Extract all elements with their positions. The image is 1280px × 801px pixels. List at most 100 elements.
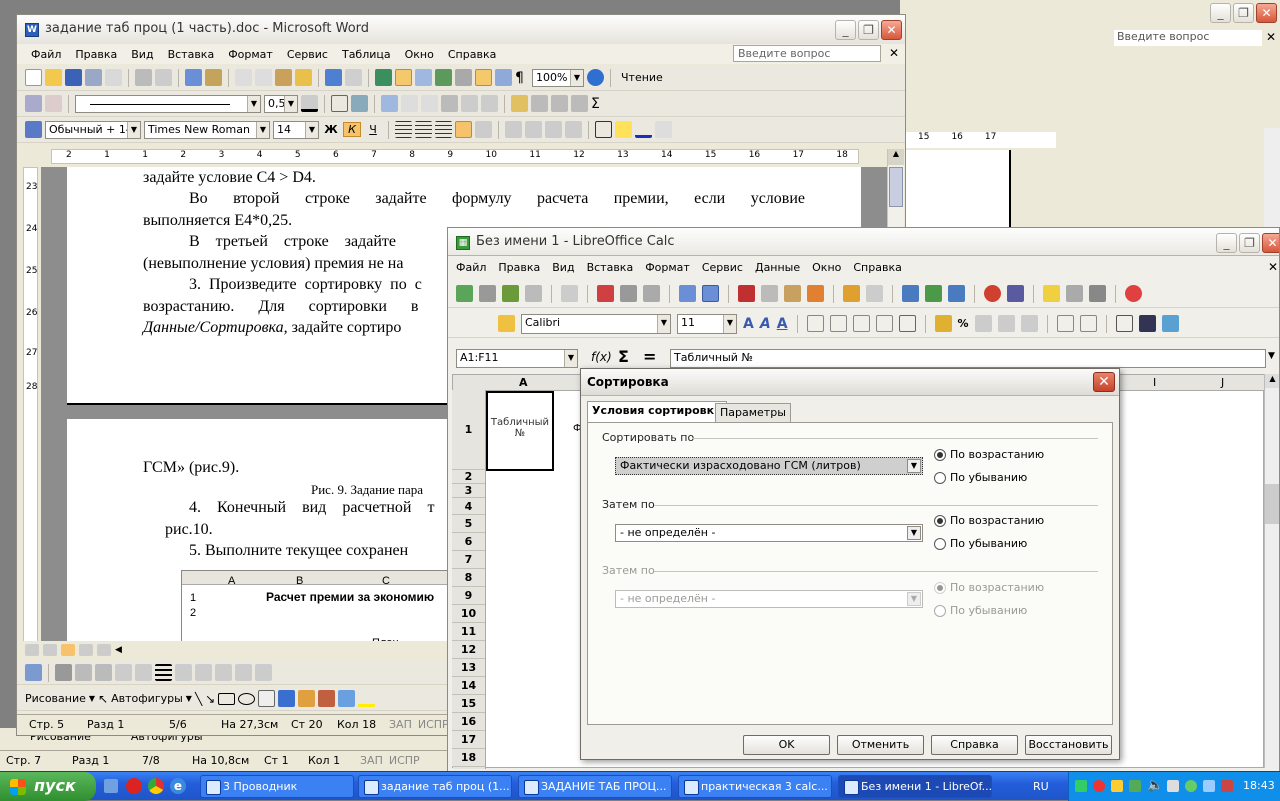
doc-map-icon[interactable] — [495, 69, 512, 86]
new-doc-icon[interactable] — [25, 69, 42, 86]
quicklaunch-opera-icon[interactable] — [126, 778, 142, 794]
task-word-2[interactable]: ЗАДАНИЕ ТАБ ПРОЦ... — [518, 775, 672, 798]
calc-menu-format[interactable]: Формат — [645, 261, 690, 274]
reset-button[interactable]: Восстановить — [1025, 735, 1112, 755]
tab-options[interactable]: Параметры — [715, 403, 791, 423]
tray-shield-icon[interactable] — [1221, 780, 1233, 792]
calc-bold-icon[interactable]: A — [743, 316, 754, 332]
arrow-icon[interactable]: ↘ — [205, 692, 215, 706]
calc-merge-icon[interactable] — [898, 315, 916, 332]
tray-update-icon[interactable] — [1111, 780, 1123, 792]
outline-view-icon[interactable] — [79, 644, 93, 656]
align-cell-icon[interactable] — [441, 95, 458, 112]
row-header[interactable]: 2 — [452, 470, 485, 484]
picture-icon[interactable] — [338, 690, 356, 707]
numbering-icon[interactable] — [505, 121, 522, 138]
bg-close-button[interactable]: ✕ — [1256, 3, 1277, 23]
insert-table-icon[interactable] — [415, 69, 432, 86]
sort-descending-icon[interactable] — [571, 95, 588, 112]
tab-sort-criteria[interactable]: Условия сортировки — [587, 401, 727, 423]
calc-italic-icon[interactable]: A — [760, 316, 771, 332]
contrast-icon[interactable] — [75, 664, 92, 681]
row-header[interactable]: 13 — [452, 659, 485, 677]
bg-scrollbar[interactable] — [1264, 128, 1280, 232]
split-cells-icon[interactable] — [421, 95, 438, 112]
word-menu-edit[interactable]: Правка — [75, 48, 117, 61]
calc-doc-close-icon[interactable]: ✕ — [1268, 260, 1278, 274]
row-header[interactable]: 11 — [452, 623, 485, 641]
reading-view-icon[interactable] — [97, 644, 111, 656]
word-menu-format[interactable]: Формат — [228, 48, 273, 61]
calc-font-select[interactable]: Calibri ▼ — [521, 313, 671, 334]
calc-menu-file[interactable]: Файл — [456, 261, 486, 274]
calc-border-style-icon[interactable] — [1138, 315, 1156, 332]
calc-align-left-icon[interactable] — [806, 315, 824, 332]
line-style-icon[interactable] — [155, 664, 172, 681]
copy-icon[interactable] — [255, 69, 272, 86]
ok-button[interactable]: OK — [743, 735, 830, 755]
bg-help-search[interactable]: Введите вопрос — [1114, 30, 1262, 46]
styles-pane-icon[interactable] — [25, 121, 42, 138]
sort-key1-descending-radio[interactable]: По убыванию — [934, 471, 1027, 484]
quicklaunch-ie-icon[interactable]: e — [170, 778, 186, 794]
show-formatting-icon[interactable]: ¶ — [515, 70, 529, 86]
underline-button[interactable]: Ч — [364, 123, 382, 136]
calc-navigator-icon[interactable] — [1066, 285, 1083, 302]
insert-excel-icon[interactable] — [435, 69, 452, 86]
calc-borders-icon[interactable] — [1115, 315, 1133, 332]
calc-pdf-icon[interactable] — [597, 285, 614, 302]
row-header[interactable]: 7 — [452, 551, 485, 569]
format-picture-icon[interactable] — [215, 664, 232, 681]
text-wrap-icon[interactable] — [195, 664, 212, 681]
merge-cells-icon[interactable] — [401, 95, 418, 112]
calc-new-icon[interactable] — [456, 285, 473, 302]
italic-button[interactable]: К — [343, 122, 361, 137]
word-minimize-button[interactable]: _ — [835, 20, 856, 40]
transparent-color-icon[interactable] — [235, 664, 252, 681]
word-menu-insert[interactable]: Вставка — [168, 48, 215, 61]
calc-align-center-icon[interactable] — [829, 315, 847, 332]
row-header[interactable]: 17 — [452, 731, 485, 749]
autoformat-icon[interactable] — [511, 95, 528, 112]
calc-styles-icon[interactable] — [498, 315, 515, 332]
tray-safely-remove-icon[interactable] — [1185, 780, 1197, 792]
sort-key2-descending-radio[interactable]: По убыванию — [934, 537, 1027, 550]
shading-icon[interactable] — [351, 95, 368, 112]
print-icon[interactable] — [135, 69, 152, 86]
calc-number-icon[interactable] — [974, 315, 992, 332]
insert-table-icon-2[interactable] — [381, 95, 398, 112]
calc-menu-data[interactable]: Данные — [755, 261, 800, 274]
col-header[interactable]: I — [1153, 376, 1156, 389]
row-header[interactable]: 4 — [452, 498, 485, 515]
reset-picture-icon[interactable] — [255, 664, 272, 681]
function-icon[interactable]: = — [643, 347, 656, 366]
font-select[interactable]: Times New Roman ▼ — [144, 120, 270, 139]
diagram-icon[interactable] — [298, 690, 316, 707]
distribute-rows-icon[interactable] — [461, 95, 478, 112]
color-icon[interactable] — [55, 664, 72, 681]
open-icon[interactable] — [45, 69, 62, 86]
task-word-3[interactable]: практическая 3 calc... — [678, 775, 832, 798]
word-menu-file[interactable]: Файл — [31, 48, 61, 61]
drawing-icon[interactable] — [475, 69, 492, 86]
row-header[interactable]: 10 — [452, 605, 485, 623]
word-menu-help[interactable]: Справка — [448, 48, 496, 61]
word-menu-view[interactable]: Вид — [131, 48, 153, 61]
row-header[interactable]: 16 — [452, 713, 485, 731]
row-header[interactable]: 1 — [452, 390, 485, 470]
line-spacing-icon[interactable] — [475, 121, 492, 138]
calc-maximize-button[interactable]: ❐ — [1239, 233, 1260, 253]
task-calc[interactable]: Без имени 1 - LibreOf... — [838, 775, 992, 798]
calc-underline-icon[interactable]: A — [777, 316, 788, 332]
permission-icon[interactable] — [85, 69, 102, 86]
word-help-search[interactable]: Введите вопрос — [733, 45, 881, 62]
fill-color-icon[interactable] — [358, 690, 376, 707]
tables-borders-icon[interactable] — [395, 69, 412, 86]
columns-icon[interactable] — [455, 69, 472, 86]
word-close-button[interactable]: ✕ — [881, 20, 902, 40]
bg-minimize-button[interactable]: _ — [1210, 3, 1231, 23]
calc-name-box[interactable]: A1:F11 ▼ — [456, 349, 578, 368]
text-direction-icon[interactable] — [531, 95, 548, 112]
reading-mode-button[interactable]: Чтение — [617, 71, 663, 84]
col-header[interactable]: J — [1221, 376, 1224, 389]
